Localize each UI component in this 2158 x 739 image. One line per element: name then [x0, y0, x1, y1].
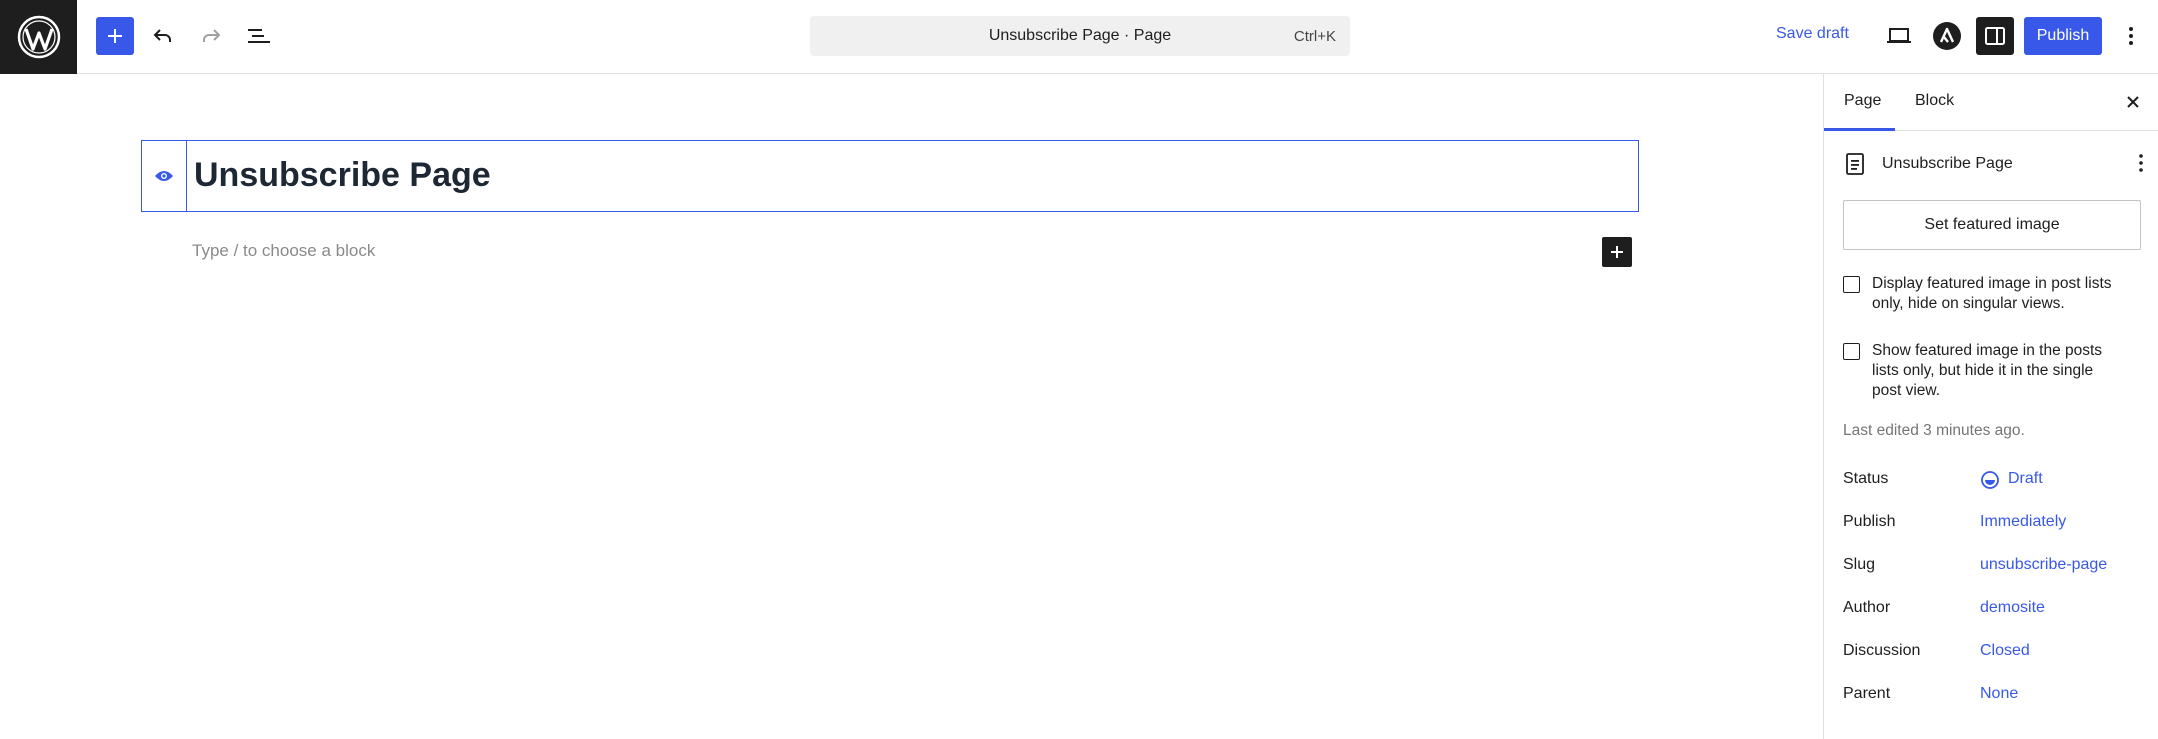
plus-icon: [108, 29, 122, 43]
more-vertical-icon: [2139, 154, 2143, 172]
page-icon: [1846, 153, 1864, 175]
options-menu-button[interactable]: [2112, 17, 2150, 55]
block-inserter-button[interactable]: [96, 17, 134, 55]
featured-lists-only-checkbox[interactable]: [1843, 276, 1860, 293]
astra-settings-button[interactable]: [1928, 17, 1966, 55]
document-overview-button[interactable]: [240, 17, 278, 55]
plus-icon: [1611, 246, 1623, 258]
redo-button[interactable]: [192, 17, 230, 55]
keyboard-shortcut: Ctrl+K: [1293, 28, 1336, 45]
default-block-appender[interactable]: Type / to choose a block: [192, 241, 375, 261]
close-icon: [2127, 96, 2139, 108]
set-featured-image-button[interactable]: Set featured image: [1843, 200, 2141, 250]
draft-status-icon: [1981, 471, 1999, 489]
desktop-icon: [1887, 28, 1911, 43]
publish-date-button[interactable]: Immediately: [1980, 513, 2066, 531]
status-label: Status: [1843, 470, 1889, 487]
save-draft-button[interactable]: Save draft: [1776, 25, 1849, 43]
last-edited-text: Last edited 3 minutes ago.: [1843, 422, 2025, 439]
undo-button[interactable]: [144, 17, 182, 55]
publish-button[interactable]: Publish: [2024, 17, 2102, 55]
active-tab-indicator: [1824, 128, 1895, 131]
author-row: Author demosite: [1843, 599, 2143, 621]
slug-button[interactable]: unsubscribe-page: [1980, 556, 2107, 574]
wordpress-logo-icon[interactable]: [0, 0, 77, 74]
discussion-row: Discussion Closed: [1843, 642, 2143, 664]
publish-label: Publish: [1843, 513, 1896, 530]
editor-header: Unsubscribe Page · Page Ctrl+K Save draf…: [0, 0, 2158, 74]
document-actions-button[interactable]: [2138, 152, 2144, 179]
title-visibility-toggle[interactable]: [142, 141, 187, 211]
undo-icon: [153, 29, 171, 42]
document-summary: Unsubscribe Page: [1844, 152, 2144, 176]
status-row: Status Draft: [1843, 470, 2143, 492]
sidebar-tabs: Page Block: [1824, 74, 2158, 131]
command-palette-button[interactable]: Unsubscribe Page · Page Ctrl+K: [810, 16, 1350, 56]
redo-icon: [203, 29, 221, 42]
close-sidebar-button[interactable]: [2121, 90, 2145, 114]
sidebar-icon: [1985, 27, 2005, 45]
list-view-icon: [248, 29, 270, 43]
parent-button[interactable]: None: [1980, 685, 2018, 703]
page-title[interactable]: Unsubscribe Page: [194, 156, 491, 195]
publish-row: Publish Immediately: [1843, 513, 2143, 535]
discussion-label: Discussion: [1843, 642, 1921, 659]
parent-row: Parent None: [1843, 685, 2143, 707]
astra-logo-icon: [1933, 22, 1961, 50]
editor-canvas: Unsubscribe Page Type / to choose a bloc…: [0, 74, 1823, 739]
discussion-button[interactable]: Closed: [1980, 642, 2030, 660]
more-vertical-icon: [2129, 27, 2133, 45]
tab-block[interactable]: Block: [1915, 92, 1954, 110]
parent-label: Parent: [1843, 685, 1891, 702]
settings-sidebar: Page Block Unsubscribe Page Set featured…: [1823, 74, 2158, 739]
tab-page[interactable]: Page: [1844, 92, 1881, 110]
document-title: Unsubscribe Page · Page: [988, 27, 1172, 44]
slug-row: Slug unsubscribe-page: [1843, 556, 2143, 578]
status-value[interactable]: Draft: [2008, 470, 2043, 488]
featured-hide-single-checkbox[interactable]: [1843, 343, 1860, 360]
preview-device-button[interactable]: [1880, 17, 1918, 55]
slug-label: Slug: [1843, 556, 1876, 573]
author-button[interactable]: demosite: [1980, 599, 2045, 617]
checkbox-label: Display featured image in post lists onl…: [1872, 275, 2112, 312]
eye-icon: [155, 171, 173, 181]
author-label: Author: [1843, 599, 1891, 616]
checkbox-label: Show featured image in the posts lists o…: [1872, 342, 2103, 399]
title-block[interactable]: Unsubscribe Page: [141, 140, 1639, 212]
document-name: Unsubscribe Page: [1882, 155, 2013, 172]
add-block-button[interactable]: [1602, 237, 1632, 267]
settings-sidebar-toggle[interactable]: [1976, 17, 2014, 55]
